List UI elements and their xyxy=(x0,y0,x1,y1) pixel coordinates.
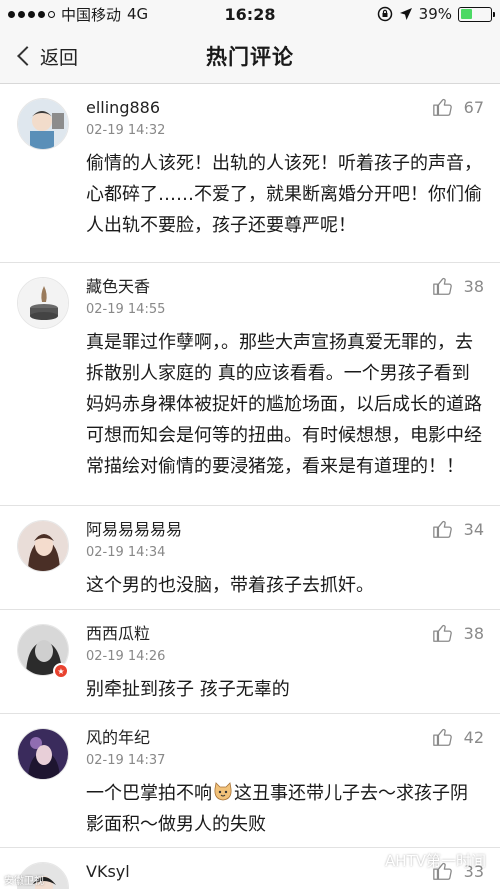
thumbs-up-icon xyxy=(432,98,452,116)
status-bar: 中国移动 4G 16:28 39% xyxy=(0,0,500,28)
like-count: 67 xyxy=(463,97,484,117)
comment-text: 一个巴掌拍不响 这丑事还带儿子去～求孩子阴影面积～做男人的失败 xyxy=(86,778,482,840)
watermark-text: AHTV第一时间 xyxy=(385,851,486,870)
like-button[interactable]: 67 xyxy=(432,96,484,118)
comment-timestamp: 02-19 14:55 xyxy=(86,302,166,317)
comment-text: 别牵扯到孩子 孩子无辜的 xyxy=(86,679,290,700)
like-button[interactable]: 38 xyxy=(432,622,484,644)
battery-icon xyxy=(458,6,495,22)
avatar[interactable] xyxy=(17,277,69,329)
comment-text: 偷情的人该死！出轨的人该死！听着孩子的声音，心都碎了……不爱了，就果断离婚分开吧… xyxy=(86,153,482,236)
like-count: 42 xyxy=(463,727,484,747)
like-button[interactable]: 34 xyxy=(432,518,484,540)
comment-username[interactable]: 风的年纪 xyxy=(86,726,482,750)
comment-username[interactable]: 西西瓜粒 xyxy=(86,622,482,646)
back-button-label: 返回 xyxy=(40,46,79,69)
status-left: 中国移动 4G xyxy=(8,4,148,25)
avatar[interactable] xyxy=(17,520,69,572)
battery-level xyxy=(460,9,472,19)
comment-timestamp: 02-19 14:37 xyxy=(86,753,166,768)
comment-list: elling886 02-19 14:32 偷情的人该死！出轨的人该死！听着孩子… xyxy=(0,84,500,889)
page-title: 热门评论 xyxy=(206,44,294,69)
like-count: 34 xyxy=(463,519,484,539)
navigation-bar: 返回 热门评论 xyxy=(0,28,500,84)
comment-text: 真是罪过作孽啊，。那些大声宣扬真爱无罪的，去拆散别人家庭的 真的应该看看。一个男… xyxy=(86,332,482,477)
comment-username[interactable]: elling886 xyxy=(86,96,482,120)
thumbs-up-icon xyxy=(432,624,452,642)
signal-strength-icon xyxy=(8,10,55,18)
comment-username[interactable]: 阿易易易易易 xyxy=(86,518,482,542)
like-count: 38 xyxy=(463,276,484,296)
status-right: 39% xyxy=(377,5,495,23)
network-type: 4G xyxy=(127,5,149,23)
avatar-badge-icon: ★ xyxy=(53,663,69,679)
battery-percent: 39% xyxy=(418,5,452,23)
thumbs-up-icon xyxy=(432,520,452,538)
comment-timestamp: 02-19 14:32 xyxy=(86,123,166,138)
carrier-name: 中国移动 xyxy=(61,5,122,24)
cat-emoji-icon xyxy=(214,782,232,801)
comment-timestamp: 02-19 14:26 xyxy=(86,649,166,664)
status-time: 16:28 xyxy=(224,4,276,24)
comment-item: 阿易易易易易 02-19 14:34 这个男的也没脑，带着孩子去抓奸。 34 xyxy=(0,506,500,610)
comment-item: ★ 西西瓜粒 02-19 14:26 别牵扯到孩子 孩子无辜的 38 xyxy=(0,610,500,714)
comment-timestamp: 02-19 14:34 xyxy=(86,545,166,560)
avatar[interactable] xyxy=(17,98,69,150)
like-button[interactable]: 42 xyxy=(432,726,484,748)
like-button[interactable]: 38 xyxy=(432,275,484,297)
location-arrow-icon xyxy=(399,8,412,20)
thumbs-up-icon xyxy=(432,277,452,295)
comment-text: 这个男的也没脑，带着孩子去抓奸。 xyxy=(86,575,374,596)
comment-item: 藏色天香 02-19 14:55 真是罪过作孽啊，。那些大声宣扬真爱无罪的，去拆… xyxy=(0,263,500,506)
back-button[interactable]: 返回 xyxy=(14,28,78,84)
rotation-lock-icon xyxy=(377,6,392,22)
comment-item: 风的年纪 02-19 14:37 一个巴掌拍不响 这丑事还带儿子去～求孩子阴影面… xyxy=(0,714,500,848)
wechat-logo-icon xyxy=(355,849,381,871)
watermark: AHTV第一时间 xyxy=(355,849,486,871)
comment-item: elling886 02-19 14:32 偷情的人该死！出轨的人该死！听着孩子… xyxy=(0,84,500,263)
like-count: 38 xyxy=(463,623,484,643)
chevron-left-icon xyxy=(17,46,37,66)
watermark-left: 安徽卫视 xyxy=(4,876,44,887)
avatar[interactable] xyxy=(17,728,69,780)
comment-text-part: 一个巴掌拍不响 xyxy=(86,783,212,804)
thumbs-up-icon xyxy=(432,728,452,746)
comment-username[interactable]: 藏色天香 xyxy=(86,275,482,299)
